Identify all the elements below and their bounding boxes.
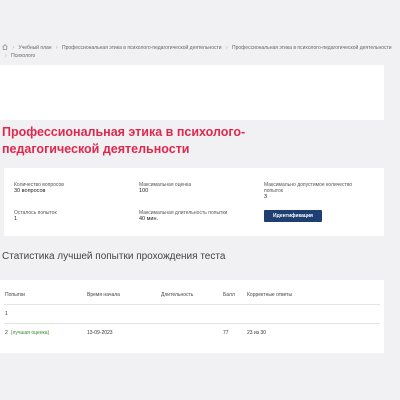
max-duration-value: 40 мин. [139, 216, 159, 222]
breadcrumb-item-course[interactable]: Профессиональная этика в психолого-педаг… [62, 45, 222, 51]
questions-value: 30 вопросов [14, 188, 46, 194]
breadcrumb: › Учебный план › Профессиональная этика … [2, 44, 398, 60]
identification-button[interactable]: Идентификация [264, 210, 322, 222]
col-header-duration: Длительность [161, 292, 194, 298]
header-panel [0, 65, 384, 120]
score-cell: 77 [222, 323, 246, 342]
max-attempts: Максимально допустимое количество попыто… [264, 182, 364, 200]
best-badge: (лучшая оценка) [10, 330, 50, 336]
questions-count: Количество вопросов 30 вопросов [14, 182, 64, 194]
home-icon[interactable] [2, 44, 8, 51]
attempt-number: 1 [5, 311, 8, 317]
attempt-cell: 1 [4, 304, 86, 324]
breadcrumb-item-current: Психолого [11, 53, 36, 59]
col-header-attempts: Попытки [5, 292, 25, 298]
correct-cell: 23 из 30 [246, 323, 380, 342]
table-row: 1 [4, 304, 380, 324]
table-row: 2 (лучшая оценка) 13-09-2023 77 23 из 30 [4, 323, 380, 342]
max-attempts-label: Максимально допустимое количество попыто… [264, 182, 353, 194]
duration-cell [160, 304, 222, 324]
attempts-table: Попытки Время начала Длительность Балл К… [4, 286, 380, 342]
remaining-attempts: Осталось попыток 1 [14, 210, 57, 222]
page-title: Профессиональная этика в психолого-педаг… [2, 125, 246, 156]
table-header-row: Попытки Время начала Длительность Балл К… [4, 286, 380, 305]
start-cell [86, 304, 160, 324]
col-header-correct: Корректные ответы [247, 292, 293, 298]
col-header-start: Время начала [87, 292, 120, 298]
col-header-score: Балл [223, 292, 235, 298]
remaining-value: 1 [14, 216, 18, 222]
remaining-label: Осталось попыток [14, 210, 57, 216]
stats-heading: Статистика лучшей попытки прохождения те… [2, 251, 226, 262]
duration-cell [160, 323, 222, 342]
max-duration: Максимальная длительность попытки 40 мин… [139, 210, 227, 222]
max-score: Максимальная оценка 100 [139, 182, 191, 194]
score-cell [222, 304, 246, 324]
test-info-panel [4, 168, 384, 236]
max-attempts-value: 3 [264, 194, 268, 200]
max-score-value: 100 [139, 188, 149, 194]
breadcrumb-item-plan[interactable]: Учебный план [18, 45, 51, 51]
breadcrumb-item-module[interactable]: Профессиональная этика в психолого-педаг… [232, 45, 392, 51]
correct-cell [246, 304, 380, 324]
start-cell: 13-09-2023 [86, 323, 160, 342]
attempt-number: 2 [5, 330, 8, 336]
attempt-cell: 2 (лучшая оценка) [4, 323, 86, 342]
